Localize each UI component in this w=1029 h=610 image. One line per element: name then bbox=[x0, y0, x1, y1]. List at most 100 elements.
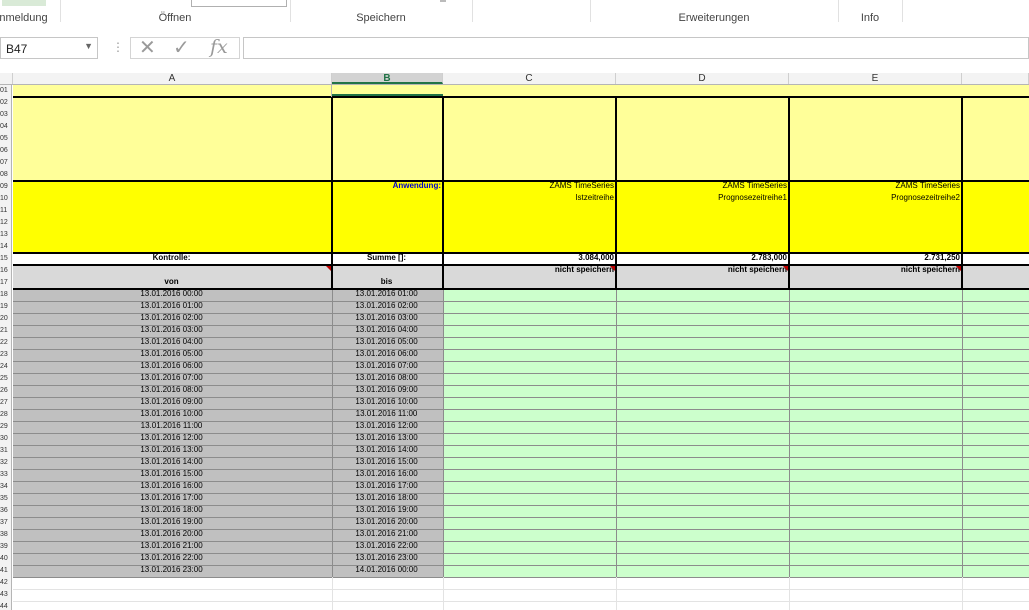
row-header[interactable]: 08 bbox=[0, 169, 12, 181]
select-all-corner[interactable] bbox=[0, 73, 13, 84]
cancel-icon[interactable]: ✕ bbox=[139, 35, 156, 60]
enter-icon[interactable]: ✓ bbox=[173, 35, 190, 60]
row-header[interactable]: 38 bbox=[0, 529, 12, 541]
von-cell: 13.01.2016 21:00 bbox=[140, 541, 203, 550]
group-separator bbox=[472, 0, 473, 22]
row-header[interactable]: 32 bbox=[0, 457, 12, 469]
row-header[interactable]: 25 bbox=[0, 373, 12, 385]
bis-cell: 13.01.2016 22:00 bbox=[355, 541, 418, 550]
bis-cell: 13.01.2016 11:00 bbox=[355, 409, 418, 418]
row-header[interactable]: 17 bbox=[0, 277, 12, 289]
border-line bbox=[13, 601, 1029, 602]
formula-input[interactable] bbox=[243, 37, 1029, 59]
drag-handle-icon[interactable]: ⋮ bbox=[112, 40, 124, 54]
bis-label: bis bbox=[380, 277, 393, 286]
row-header[interactable]: 34 bbox=[0, 481, 12, 493]
comment-indicator-icon[interactable] bbox=[610, 266, 615, 271]
row-header[interactable]: 02 bbox=[0, 97, 12, 109]
row-header[interactable]: 37 bbox=[0, 517, 12, 529]
row-header[interactable]: 18 bbox=[0, 289, 12, 301]
comment-indicator-icon[interactable] bbox=[783, 266, 788, 271]
von-cell: 13.01.2016 22:00 bbox=[140, 553, 203, 562]
row-header[interactable]: 28 bbox=[0, 409, 12, 421]
column-header-e[interactable]: E bbox=[789, 73, 962, 84]
row-header[interactable]: 33 bbox=[0, 469, 12, 481]
von-cell: 13.01.2016 14:00 bbox=[140, 457, 203, 466]
function-icon[interactable]: fx bbox=[210, 36, 228, 58]
row-header[interactable]: 44 bbox=[0, 601, 12, 610]
von-cell: 13.01.2016 03:00 bbox=[140, 325, 203, 334]
row-header[interactable]: 01 bbox=[0, 85, 12, 97]
empty-rows[interactable] bbox=[13, 577, 1029, 610]
row-header[interactable]: 05 bbox=[0, 133, 12, 145]
group-label-oeffnen: Öffnen bbox=[158, 12, 192, 24]
row-header[interactable]: 10 bbox=[0, 193, 12, 205]
bis-cell: 13.01.2016 07:00 bbox=[355, 361, 418, 370]
border-line bbox=[332, 577, 333, 610]
row-header[interactable]: 14 bbox=[0, 241, 12, 253]
row-header[interactable]: 39 bbox=[0, 541, 12, 553]
von-cell: 13.01.2016 20:00 bbox=[140, 529, 203, 538]
column-header-c[interactable]: C bbox=[443, 73, 616, 84]
save-status: nicht speichern bbox=[727, 265, 787, 274]
row-header[interactable]: 43 bbox=[0, 589, 12, 601]
column-header-a[interactable]: A bbox=[13, 73, 332, 84]
name-box[interactable]: B47 ▼ bbox=[0, 37, 98, 59]
row-header[interactable]: 26 bbox=[0, 385, 12, 397]
series-type: Prognosezeitreihe2 bbox=[891, 193, 960, 202]
row-header[interactable]: 20 bbox=[0, 313, 12, 325]
von-cell: 13.01.2016 23:00 bbox=[140, 565, 203, 574]
row-header[interactable]: 30 bbox=[0, 433, 12, 445]
row-header[interactable]: 12 bbox=[0, 217, 12, 229]
row-header[interactable]: 21 bbox=[0, 325, 12, 337]
row-header[interactable]: 15 bbox=[0, 253, 12, 265]
row-header[interactable]: 23 bbox=[0, 349, 12, 361]
name-box-value: B47 bbox=[6, 42, 28, 56]
comment-indicator-icon[interactable] bbox=[326, 266, 331, 271]
von-cell: 13.01.2016 13:00 bbox=[140, 445, 203, 454]
row-header[interactable]: 16 bbox=[0, 265, 12, 277]
dropdown-arrow-icon[interactable]: ▼ bbox=[84, 41, 93, 51]
row-header[interactable]: 09 bbox=[0, 181, 12, 193]
comment-indicator-icon[interactable] bbox=[956, 266, 961, 271]
column-header-b[interactable]: B bbox=[332, 73, 443, 84]
column-header-d[interactable]: D bbox=[616, 73, 789, 84]
border-line bbox=[789, 289, 790, 577]
row-header[interactable]: 07 bbox=[0, 157, 12, 169]
row-header[interactable]: 29 bbox=[0, 421, 12, 433]
selected-cell-b1[interactable] bbox=[332, 85, 443, 96]
border-line bbox=[789, 577, 790, 610]
row-header[interactable]: 11 bbox=[0, 205, 12, 217]
spreadsheet-grid[interactable]: A B C D E 01 02 03 04 05 06 07 08 09 10 11 12 13 14 15… bbox=[0, 73, 1029, 610]
bis-cell: 13.01.2016 19:00 bbox=[355, 505, 418, 514]
von-cell: 13.01.2016 12:00 bbox=[140, 433, 203, 442]
row-header[interactable]: 19 bbox=[0, 301, 12, 313]
column-header-f[interactable] bbox=[962, 73, 1029, 84]
row-header[interactable]: 22 bbox=[0, 337, 12, 349]
row-header[interactable]: 13 bbox=[0, 229, 12, 241]
group-label-erweiterungen: Erweiterungen bbox=[678, 12, 750, 24]
bis-cell: 13.01.2016 20:00 bbox=[355, 517, 418, 526]
border-line bbox=[616, 289, 617, 577]
row-header[interactable]: 36 bbox=[0, 505, 12, 517]
bis-cell: 13.01.2016 06:00 bbox=[355, 349, 418, 358]
von-cell: 13.01.2016 05:00 bbox=[140, 349, 203, 358]
row-header[interactable]: 42 bbox=[0, 577, 12, 589]
von-cell: 13.01.2016 11:00 bbox=[140, 421, 203, 430]
group-speichern: Speichern bbox=[291, 0, 471, 27]
bis-cell: 13.01.2016 04:00 bbox=[355, 325, 418, 334]
row-header[interactable]: 24 bbox=[0, 361, 12, 373]
row-header[interactable]: 40 bbox=[0, 553, 12, 565]
row-header[interactable]: 35 bbox=[0, 493, 12, 505]
bis-cell: 13.01.2016 17:00 bbox=[355, 481, 418, 490]
row-header[interactable]: 04 bbox=[0, 121, 12, 133]
von-cell: 13.01.2016 02:00 bbox=[140, 313, 203, 322]
row-header[interactable]: 06 bbox=[0, 145, 12, 157]
row-header[interactable]: 27 bbox=[0, 397, 12, 409]
row-header[interactable]: 31 bbox=[0, 445, 12, 457]
series-type: Prognosezeitreihe1 bbox=[718, 193, 787, 202]
row-header[interactable]: 03 bbox=[0, 109, 12, 121]
row-header[interactable]: 41 bbox=[0, 565, 12, 577]
info-band[interactable] bbox=[13, 97, 1029, 181]
column-headers: A B C D E bbox=[0, 73, 1029, 85]
